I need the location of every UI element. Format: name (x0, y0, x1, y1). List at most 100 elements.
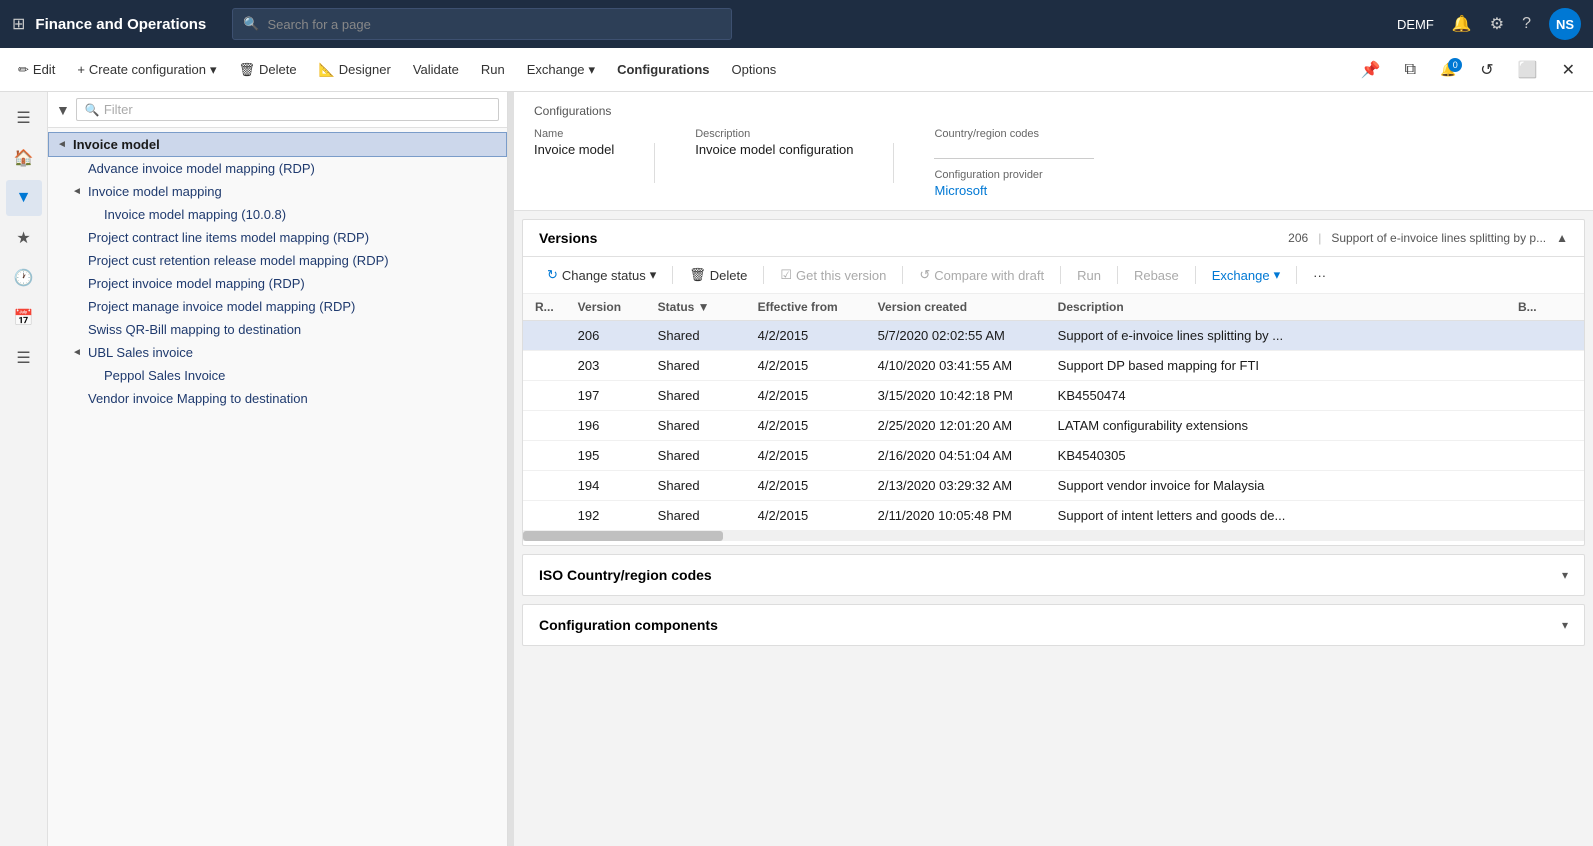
configurations-button[interactable]: Configurations (607, 57, 719, 82)
tree-toggle: ◄ (57, 139, 73, 150)
cmd-bar: ✏ Edit + Create configuration ▾ 🗑 Delete… (0, 48, 1593, 92)
cell-r (523, 501, 566, 531)
col-header-version[interactable]: Version (566, 294, 646, 321)
sidebar-clock-icon[interactable]: 🕐 (6, 260, 42, 296)
change-status-dropdown: ▾ (650, 267, 657, 283)
tree-label: Vendor invoice Mapping to destination (88, 391, 308, 406)
tree-toggle: ◄ (72, 347, 88, 358)
top-nav-right: DEMF 🔔 ⚙ ? NS (1397, 8, 1581, 40)
expand-icon[interactable]: ⬜ (1508, 55, 1548, 85)
versions-exchange-button[interactable]: Exchange ▾ (1204, 263, 1288, 287)
change-status-button[interactable]: ↻ Change status ▾ (539, 263, 664, 287)
components-section: Configuration components ▾ (522, 604, 1585, 646)
table-row[interactable]: 203 Shared 4/2/2015 4/10/2020 03:41:55 A… (523, 351, 1584, 381)
iso-title: ISO Country/region codes (539, 567, 712, 583)
get-version-button[interactable]: ☑ Get this version (772, 263, 894, 287)
tree-item[interactable]: ◄ Invoice model mapping (48, 180, 507, 203)
table-row[interactable]: 192 Shared 4/2/2015 2/11/2020 10:05:48 P… (523, 501, 1584, 531)
sidebar-menu-icon[interactable]: ☰ (6, 100, 42, 136)
tree-item[interactable]: ◄ UBL Sales invoice (48, 341, 507, 364)
rebase-button[interactable]: Rebase (1126, 264, 1187, 287)
notification-icon[interactable]: 🔔 (1452, 14, 1472, 34)
pin-icon[interactable]: 📌 (1351, 55, 1391, 85)
col-header-status[interactable]: Status ▼ (646, 294, 746, 321)
tree-item[interactable]: Advance invoice model mapping (RDP) (48, 157, 507, 180)
sidebar-star-icon[interactable]: ★ (6, 220, 42, 256)
name-value: Invoice model (534, 142, 614, 157)
versions-run-button[interactable]: Run (1069, 264, 1109, 287)
col-header-effective[interactable]: Effective from (746, 294, 866, 321)
table-row[interactable]: 197 Shared 4/2/2015 3/15/2020 10:42:18 P… (523, 381, 1584, 411)
tree-body: ◄ Invoice model Advance invoice model ma… (48, 128, 507, 846)
options-button[interactable]: Options (722, 57, 787, 82)
validate-button[interactable]: Validate (403, 57, 469, 82)
tree-item[interactable]: Peppol Sales Invoice (48, 364, 507, 387)
tree-label: Invoice model mapping (10.0.8) (104, 207, 286, 222)
change-status-icon: ↻ (547, 267, 558, 283)
more-button[interactable]: ··· (1305, 264, 1334, 287)
tree-label: Advance invoice model mapping (RDP) (88, 161, 315, 176)
cell-status: Shared (646, 471, 746, 501)
edit-button[interactable]: ✏ Edit (8, 57, 65, 83)
table-row[interactable]: 195 Shared 4/2/2015 2/16/2020 04:51:04 A… (523, 441, 1584, 471)
versions-chevron[interactable]: ▲ (1556, 231, 1568, 245)
table-scroll: R... Version Status ▼ Effective from Ver… (523, 294, 1584, 531)
help-icon[interactable]: ? (1522, 15, 1531, 33)
tree-item[interactable]: Project manage invoice model mapping (RD… (48, 295, 507, 318)
settings-icon[interactable]: ⚙ (1490, 14, 1504, 34)
compare-draft-button[interactable]: ↺ Compare with draft (911, 263, 1052, 287)
exchange-button[interactable]: Exchange ▾ (517, 57, 605, 83)
grid-icon[interactable]: ⊞ (12, 14, 25, 34)
run-button[interactable]: Run (471, 57, 515, 82)
tree-item[interactable]: Project invoice model mapping (RDP) (48, 272, 507, 295)
tree-label: Project cust retention release model map… (88, 253, 389, 268)
fullscreen-icon[interactable]: ⧉ (1395, 56, 1426, 84)
scroll-thumb[interactable] (523, 531, 723, 541)
components-header[interactable]: Configuration components ▾ (523, 605, 1584, 645)
cell-b (1506, 441, 1584, 471)
tree-item[interactable]: Project cust retention release model map… (48, 249, 507, 272)
versions-table: R... Version Status ▼ Effective from Ver… (523, 294, 1584, 531)
tree-item[interactable]: Invoice model mapping (10.0.8) (48, 203, 507, 226)
sidebar-filter-icon[interactable]: ▼ (6, 180, 42, 216)
tree-filter-icon: ▼ (56, 102, 70, 118)
iso-header[interactable]: ISO Country/region codes ▾ (523, 555, 1584, 595)
cell-status: Shared (646, 501, 746, 531)
app-title: Finance and Operations (35, 16, 206, 33)
sidebar-list-icon[interactable]: ☰ (6, 340, 42, 376)
versions-count: 206 (1288, 231, 1308, 245)
provider-value[interactable]: Microsoft (934, 183, 1094, 198)
table-row[interactable]: 206 Shared 4/2/2015 5/7/2020 02:02:55 AM… (523, 321, 1584, 351)
cell-b (1506, 471, 1584, 501)
create-dropdown-icon: ▾ (210, 62, 217, 78)
cell-version: 196 (566, 411, 646, 441)
country-field: Country/region codes Configuration provi… (934, 128, 1094, 198)
tree-search-box[interactable]: 🔍 (76, 98, 499, 121)
refresh-icon[interactable]: ↺ (1470, 55, 1503, 85)
tree-item[interactable]: Swiss QR-Bill mapping to destination (48, 318, 507, 341)
tree-search-input[interactable] (104, 102, 490, 117)
table-row[interactable]: 196 Shared 4/2/2015 2/25/2020 12:01:20 A… (523, 411, 1584, 441)
badge-icon[interactable]: 🔔 0 (1430, 57, 1466, 83)
cell-effective: 4/2/2015 (746, 381, 866, 411)
scroll-track[interactable] (523, 531, 1584, 541)
provider-label: Configuration provider (934, 169, 1094, 181)
col-header-description[interactable]: Description (1046, 294, 1506, 321)
sidebar-calendar-icon[interactable]: 📅 (6, 300, 42, 336)
cell-description: LATAM configurability extensions (1046, 411, 1506, 441)
search-bar[interactable]: 🔍 (232, 8, 732, 40)
tree-label: UBL Sales invoice (88, 345, 193, 360)
versions-delete-button[interactable]: 🗑 Delete (681, 263, 755, 287)
close-icon[interactable]: ✕ (1552, 55, 1585, 85)
table-row[interactable]: 194 Shared 4/2/2015 2/13/2020 03:29:32 A… (523, 471, 1584, 501)
create-config-button[interactable]: + Create configuration ▾ (67, 57, 226, 83)
avatar[interactable]: NS (1549, 8, 1581, 40)
search-input[interactable] (267, 17, 721, 32)
delete-button[interactable]: 🗑 Delete (229, 57, 307, 83)
sidebar-home-icon[interactable]: 🏠 (6, 140, 42, 176)
col-header-created[interactable]: Version created (866, 294, 1046, 321)
tree-item[interactable]: Vendor invoice Mapping to destination (48, 387, 507, 410)
tree-item[interactable]: ◄ Invoice model (48, 132, 507, 157)
tree-item[interactable]: Project contract line items model mappin… (48, 226, 507, 249)
designer-button[interactable]: 📐 Designer (309, 57, 401, 83)
